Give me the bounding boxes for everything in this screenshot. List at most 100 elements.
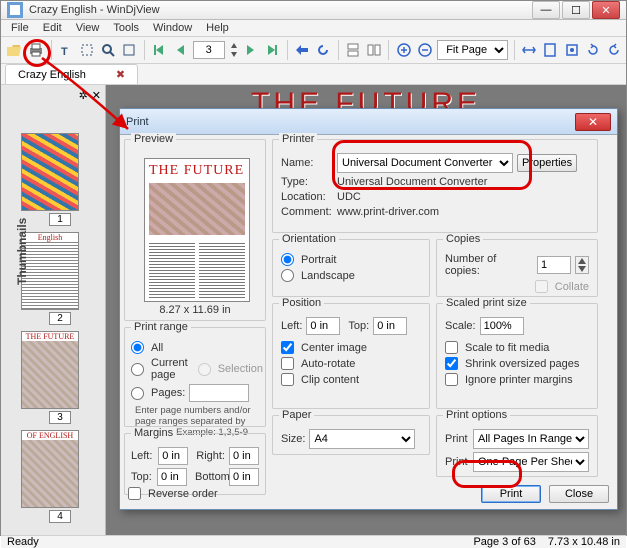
menu-edit[interactable]: Edit — [37, 20, 68, 36]
copies-input[interactable] — [537, 256, 571, 274]
printer-comment-label: Comment: — [281, 206, 333, 218]
svg-text:T: T — [61, 46, 68, 57]
orientation-portrait-radio[interactable] — [281, 253, 294, 266]
printer-location-value: UDC — [337, 191, 361, 203]
margins-group: Margins Left: Right: Top: Bottom: — [124, 433, 266, 495]
next-page-icon[interactable] — [243, 39, 260, 61]
menu-file[interactable]: File — [5, 20, 35, 36]
margin-bottom-input[interactable] — [229, 468, 259, 486]
rotate-left-icon[interactable] — [584, 39, 601, 61]
zoom-select[interactable]: Fit Page — [437, 40, 508, 60]
thumbnail-4[interactable]: OF ENGLISH4 — [21, 430, 99, 523]
print-button[interactable]: Print — [481, 485, 541, 503]
menu-tools[interactable]: Tools — [107, 20, 145, 36]
refresh-icon[interactable] — [315, 39, 332, 61]
margin-right-input[interactable] — [229, 447, 259, 465]
minimize-button[interactable]: — — [532, 1, 560, 19]
print-icon[interactable] — [27, 39, 45, 61]
margin-left-input[interactable] — [158, 447, 188, 465]
printer-location-label: Location: — [281, 191, 333, 203]
paper-size-select[interactable]: A4 — [309, 429, 415, 449]
open-icon[interactable] — [5, 39, 23, 61]
position-left-input[interactable] — [306, 317, 340, 335]
status-ready: Ready — [7, 536, 461, 548]
rotate-right-icon[interactable] — [605, 39, 622, 61]
center-image-checkbox[interactable] — [281, 341, 294, 354]
collate-checkbox — [535, 280, 548, 293]
position-top-input[interactable] — [373, 317, 407, 335]
prev-page-icon[interactable] — [172, 39, 189, 61]
copies-spinner[interactable] — [575, 256, 589, 274]
printer-legend: Printer — [279, 133, 317, 145]
preview-size: 8.27 x 11.69 in — [125, 304, 265, 316]
tab-label: Crazy English — [18, 69, 86, 81]
pane-close-icon[interactable]: ✕ — [92, 89, 101, 102]
range-pages-input[interactable] — [189, 384, 249, 402]
copies-group: Copies Number of copies: Collate — [436, 239, 598, 297]
gear-icon[interactable]: ✲ — [79, 89, 88, 102]
back-icon[interactable] — [294, 39, 311, 61]
range-current-radio[interactable] — [131, 363, 144, 376]
tab-close-icon[interactable]: ✖ — [116, 68, 125, 81]
range-selection-radio — [198, 363, 211, 376]
menu-window[interactable]: Window — [147, 20, 198, 36]
ignore-margins-checkbox[interactable] — [445, 373, 458, 386]
reverse-order-checkbox[interactable] — [128, 487, 141, 500]
last-page-icon[interactable] — [264, 39, 281, 61]
printer-name-select[interactable]: Universal Document Converter — [337, 153, 513, 173]
print-option-1-select[interactable]: All Pages In Range — [473, 429, 589, 449]
range-pages-radio[interactable] — [131, 387, 144, 400]
auto-rotate-checkbox[interactable] — [281, 357, 294, 370]
page-spinner[interactable] — [229, 39, 239, 61]
layout-continuous-icon[interactable] — [344, 39, 361, 61]
preview-legend: Preview — [131, 133, 176, 145]
clip-content-checkbox[interactable] — [281, 373, 294, 386]
window-controls: — ☐ ✕ — [532, 1, 620, 19]
scale-input[interactable] — [480, 317, 524, 335]
print-dialog-title: Print — [126, 116, 575, 128]
close-button[interactable]: Close — [549, 485, 609, 503]
select-icon[interactable] — [79, 39, 96, 61]
print-dialog: Print ✕ Preview THE FUTURE 8.27 x 11.69 … — [119, 108, 618, 510]
zoom-in-icon[interactable] — [395, 39, 412, 61]
window-title: Crazy English - WinDjView — [29, 4, 532, 16]
print-option-2-select[interactable]: One Page Per Sheet — [473, 452, 589, 472]
status-page: Page 3 of 63 — [473, 536, 535, 548]
orientation-landscape-radio[interactable] — [281, 269, 294, 282]
layout-facing-icon[interactable] — [365, 39, 382, 61]
first-page-icon[interactable] — [151, 39, 168, 61]
statusbar: Ready Page 3 of 63 7.73 x 10.48 in — [1, 535, 626, 548]
printer-type-label: Type: — [281, 176, 333, 188]
text-icon[interactable]: T — [58, 39, 75, 61]
actual-size-icon[interactable] — [563, 39, 580, 61]
fit-page-icon[interactable] — [542, 39, 559, 61]
paper-group: Paper Size:A4 — [272, 415, 430, 455]
zoom-out-icon[interactable] — [416, 39, 433, 61]
dialog-close-icon[interactable]: ✕ — [575, 113, 611, 131]
printer-type-value: Universal Document Converter — [337, 176, 487, 188]
document-tab[interactable]: Crazy English ✖ — [5, 64, 138, 84]
printer-properties-button[interactable]: Properties — [517, 154, 577, 172]
thumbnail-3[interactable]: THE FUTURE3 — [21, 331, 99, 424]
menu-view[interactable]: View — [70, 20, 106, 36]
position-group: Position Left: Top: Center image Auto-ro… — [272, 303, 430, 409]
thumbnail-1[interactable]: 1 — [21, 133, 99, 226]
reverse-row: Reverse order — [128, 487, 218, 500]
status-dims: 7.73 x 10.48 in — [548, 536, 620, 548]
menu-help[interactable]: Help — [200, 20, 235, 36]
range-all-radio[interactable] — [131, 341, 144, 354]
marquee-icon[interactable] — [121, 39, 138, 61]
margin-top-input[interactable] — [157, 468, 187, 486]
printer-group: Printer Name: Universal Document Convert… — [272, 139, 598, 233]
thumbnails-list: 1 English2 THE FUTURE3 OF ENGLISH4 — [1, 105, 105, 535]
close-button[interactable]: ✕ — [592, 1, 620, 19]
scaled-group: Scaled print size Scale: Scale to fit me… — [436, 303, 598, 409]
thumbnail-2[interactable]: English2 — [21, 232, 99, 325]
shrink-checkbox[interactable] — [445, 357, 458, 370]
maximize-button[interactable]: ☐ — [562, 1, 590, 19]
fit-media-checkbox[interactable] — [445, 341, 458, 354]
fit-width-icon[interactable] — [521, 39, 538, 61]
print-dialog-titlebar: Print ✕ — [120, 109, 617, 135]
page-field[interactable] — [193, 41, 225, 59]
magnify-icon[interactable] — [100, 39, 117, 61]
